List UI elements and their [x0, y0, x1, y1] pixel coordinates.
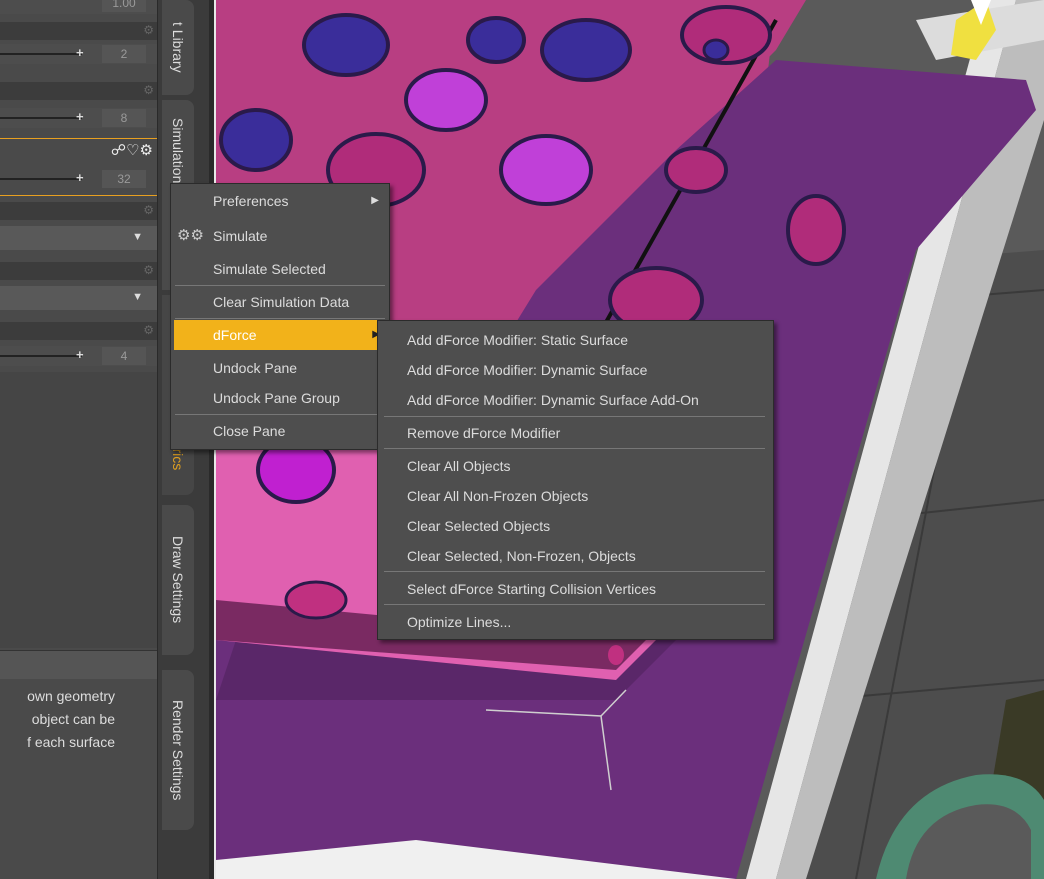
menu-item-select-collision-vertices[interactable]: Select dForce Starting Collision Vertice…	[378, 574, 773, 604]
parameter-value[interactable]: 2	[102, 45, 146, 63]
menu-item-preferences[interactable]: Preferences ▶	[171, 186, 389, 216]
parameter-value[interactable]: 8	[102, 109, 146, 127]
parameters-panel: 1.00 ⚙ + 2 ⚙ + 8 ☍♡⚙ + 32 ⚙ ▼ ⚙ ▼ ⚙ + 4 …	[0, 0, 157, 879]
menu-item-add-dynamic-surface[interactable]: Add dForce Modifier: Dynamic Surface	[378, 355, 773, 385]
tab-render-settings[interactable]: Render Settings	[162, 670, 194, 830]
parameter-value[interactable]: 32	[102, 170, 146, 188]
dropdown-arrow-icon[interactable]: ▼	[132, 231, 143, 243]
menu-separator	[175, 285, 385, 286]
menu-separator	[175, 414, 385, 415]
dforce-submenu: Add dForce Modifier: Static Surface Add …	[377, 320, 774, 640]
parameter-value[interactable]: 4	[102, 347, 146, 365]
menu-separator	[384, 416, 765, 417]
parameter-slider-row[interactable]: + 4	[0, 346, 157, 366]
gear-icon[interactable]: ⚙	[143, 203, 154, 217]
menu-item-clear-simulation-data[interactable]: Clear Simulation Data	[171, 287, 389, 317]
selected-parameter[interactable]: ☍♡⚙ + 32	[0, 138, 157, 196]
parameter-header: ⚙	[0, 202, 157, 220]
menu-separator	[175, 318, 385, 319]
parameter-dropdown[interactable]: ▼	[0, 286, 157, 310]
gear-icon[interactable]: ⚙	[143, 263, 154, 277]
slider-track[interactable]	[0, 355, 82, 357]
description-text: own geometry object can be f each surfac…	[27, 688, 115, 750]
menu-item-add-dynamic-surface-addon[interactable]: Add dForce Modifier: Dynamic Surface Add…	[378, 385, 773, 415]
gear-icon[interactable]: ⚙	[143, 323, 154, 337]
plus-icon[interactable]: +	[76, 347, 84, 362]
menu-item-clear-selected-non-frozen[interactable]: Clear Selected, Non-Frozen, Objects	[378, 541, 773, 571]
parameter-header: ⚙	[0, 322, 157, 340]
menu-item-optimize-lines[interactable]: Optimize Lines...	[378, 607, 773, 637]
parameter-header: ⚙	[0, 22, 157, 40]
gear-icon[interactable]: ⚙	[143, 83, 154, 97]
parameter-slider-row[interactable]: + 2	[0, 44, 157, 64]
parameter-slider-row[interactable]: + 8	[0, 108, 157, 128]
parameter-dropdown[interactable]: ▼	[0, 226, 157, 250]
menu-item-simulate-selected[interactable]: Simulate Selected	[171, 254, 389, 284]
parameter-icons[interactable]: ☍♡⚙	[111, 141, 153, 159]
parameter-value[interactable]: 1.00	[102, 0, 146, 12]
tab-draw-settings[interactable]: Draw Settings	[162, 505, 194, 655]
menu-item-clear-all-non-frozen[interactable]: Clear All Non-Frozen Objects	[378, 481, 773, 511]
menu-item-remove-dforce-modifier[interactable]: Remove dForce Modifier	[378, 418, 773, 448]
dropdown-arrow-icon[interactable]: ▼	[132, 291, 143, 303]
parameter-header: ⚙	[0, 262, 157, 280]
gears-icon: ⚙⚙	[177, 227, 204, 244]
slider-track[interactable]	[0, 178, 82, 180]
menu-separator	[384, 604, 765, 605]
menu-item-undock-pane[interactable]: Undock Pane	[171, 353, 389, 383]
menu-item-close-pane[interactable]: Close Pane	[171, 416, 389, 446]
menu-separator	[384, 448, 765, 449]
menu-separator	[384, 571, 765, 572]
menu-item-add-static-surface[interactable]: Add dForce Modifier: Static Surface	[378, 325, 773, 355]
menu-item-clear-selected-objects[interactable]: Clear Selected Objects	[378, 511, 773, 541]
tab-content-library[interactable]: t Library	[162, 0, 194, 95]
plus-icon[interactable]: +	[76, 109, 84, 124]
slider-track[interactable]	[0, 117, 82, 119]
menu-item-simulate[interactable]: ⚙⚙ Simulate	[171, 221, 389, 251]
plus-icon[interactable]: +	[76, 45, 84, 60]
slider-track[interactable]	[0, 53, 82, 55]
context-menu: Preferences ▶ ⚙⚙ Simulate Simulate Select…	[170, 183, 390, 450]
gear-icon[interactable]: ⚙	[143, 23, 154, 37]
menu-item-clear-all-objects[interactable]: Clear All Objects	[378, 451, 773, 481]
description-header	[0, 650, 157, 679]
parameter-slider-row[interactable]: 1.00	[0, 0, 157, 14]
plus-icon[interactable]: +	[76, 170, 84, 185]
submenu-arrow-icon: ▶	[371, 195, 379, 206]
parameter-header: ⚙	[0, 82, 157, 100]
menu-item-undock-pane-group[interactable]: Undock Pane Group	[171, 383, 389, 413]
parameter-list-empty	[0, 372, 157, 648]
menu-item-dforce[interactable]: dForce▶	[174, 320, 383, 350]
